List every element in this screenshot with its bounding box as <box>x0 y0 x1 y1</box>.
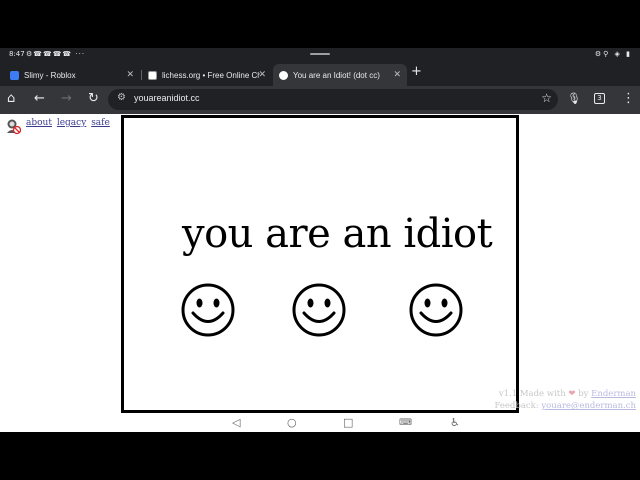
forward-icon[interactable]: → <box>61 91 72 107</box>
credits: v1.1 Made with ❤ by Enderman Feedback: y… <box>494 388 636 412</box>
back-icon[interactable]: ← <box>34 91 45 107</box>
site-settings-icon[interactable]: ⚙ <box>117 92 126 103</box>
bookmark-star-icon[interactable]: ☆ <box>541 91 552 105</box>
version-label: v1.1 <box>498 389 518 399</box>
new-tab-button[interactable]: + <box>411 64 422 79</box>
tab-strip: Slimy - Roblox ✕ lichess.org • Free Onli… <box>0 62 640 86</box>
about-link[interactable]: about <box>26 118 52 128</box>
smiley-icon <box>279 70 288 80</box>
drag-handle[interactable] <box>310 53 330 55</box>
close-icon[interactable]: ✕ <box>393 69 401 80</box>
smiley-face-icon <box>292 283 346 337</box>
nav-keyboard-icon[interactable]: ⌨ <box>399 416 412 430</box>
headline: you are an idiot <box>182 211 493 257</box>
tab-title: Slimy - Roblox <box>24 70 76 80</box>
address-bar[interactable]: ⚙ youareanidiot.cc ☆ <box>108 89 558 110</box>
made-with-label: Made with <box>519 389 566 399</box>
nav-back-icon[interactable]: ◁ <box>232 416 240 430</box>
feedback-label: Feedback: <box>494 401 539 411</box>
mic-icon[interactable]: 🎙︎ <box>567 91 581 107</box>
heart-icon: ❤ <box>568 389 576 399</box>
tab-switcher-button[interactable]: 3 <box>594 93 605 104</box>
tab-title: You are an Idiot! (dot cc) <box>293 70 380 80</box>
nav-home-icon[interactable]: ○ <box>287 416 297 430</box>
system-icons: ⚙⚲ ◈ ▮ <box>594 50 632 58</box>
top-links: about legacy safe <box>26 118 112 128</box>
by-label: by <box>578 389 589 399</box>
smiley-face-icon <box>409 283 463 337</box>
tab-lichess[interactable]: lichess.org • Free Online Ch ✕ <box>142 64 272 86</box>
author-link[interactable]: Enderman <box>591 389 636 399</box>
feedback-email-link[interactable]: youare@enderman.ch <box>541 401 636 411</box>
url-text[interactable]: youareanidiot.cc <box>134 93 200 103</box>
close-icon[interactable]: ✕ <box>258 69 266 80</box>
legacy-link[interactable]: legacy <box>57 118 86 128</box>
letterbox-top <box>0 0 640 48</box>
roblox-icon <box>10 70 19 80</box>
status-time: 8:47 <box>9 50 25 58</box>
tab-you-are-an-idiot[interactable]: You are an Idiot! (dot cc) ✕ <box>273 64 407 86</box>
nav-recents-icon[interactable]: □ <box>343 416 353 430</box>
lichess-icon <box>148 70 157 80</box>
home-icon[interactable]: ⌂ <box>7 91 15 107</box>
reload-icon[interactable]: ↻ <box>88 91 99 107</box>
navigation-bar: ◁ ○ □ ⌨ ♿ <box>0 414 640 432</box>
tab-slimy-roblox[interactable]: Slimy - Roblox ✕ <box>4 64 140 86</box>
close-icon[interactable]: ✕ <box>126 69 134 80</box>
safe-link[interactable]: safe <box>91 118 110 128</box>
letterbox-bottom <box>0 432 640 480</box>
notification-icons: ⚙☎☎☎☎ ··· <box>26 50 86 58</box>
smiley-face-icon <box>181 283 235 337</box>
tab-title: lichess.org • Free Online Ch <box>162 70 260 80</box>
idiot-popup[interactable]: you are an idiot <box>121 115 519 413</box>
menu-icon[interactable]: ⋮ <box>622 91 635 107</box>
status-bar: 8:47 ⚙☎☎☎☎ ··· ⚙⚲ ◈ ▮ <box>0 48 640 62</box>
accessibility-icon[interactable]: ♿ <box>450 416 460 430</box>
user-blocked-icon <box>7 119 21 134</box>
